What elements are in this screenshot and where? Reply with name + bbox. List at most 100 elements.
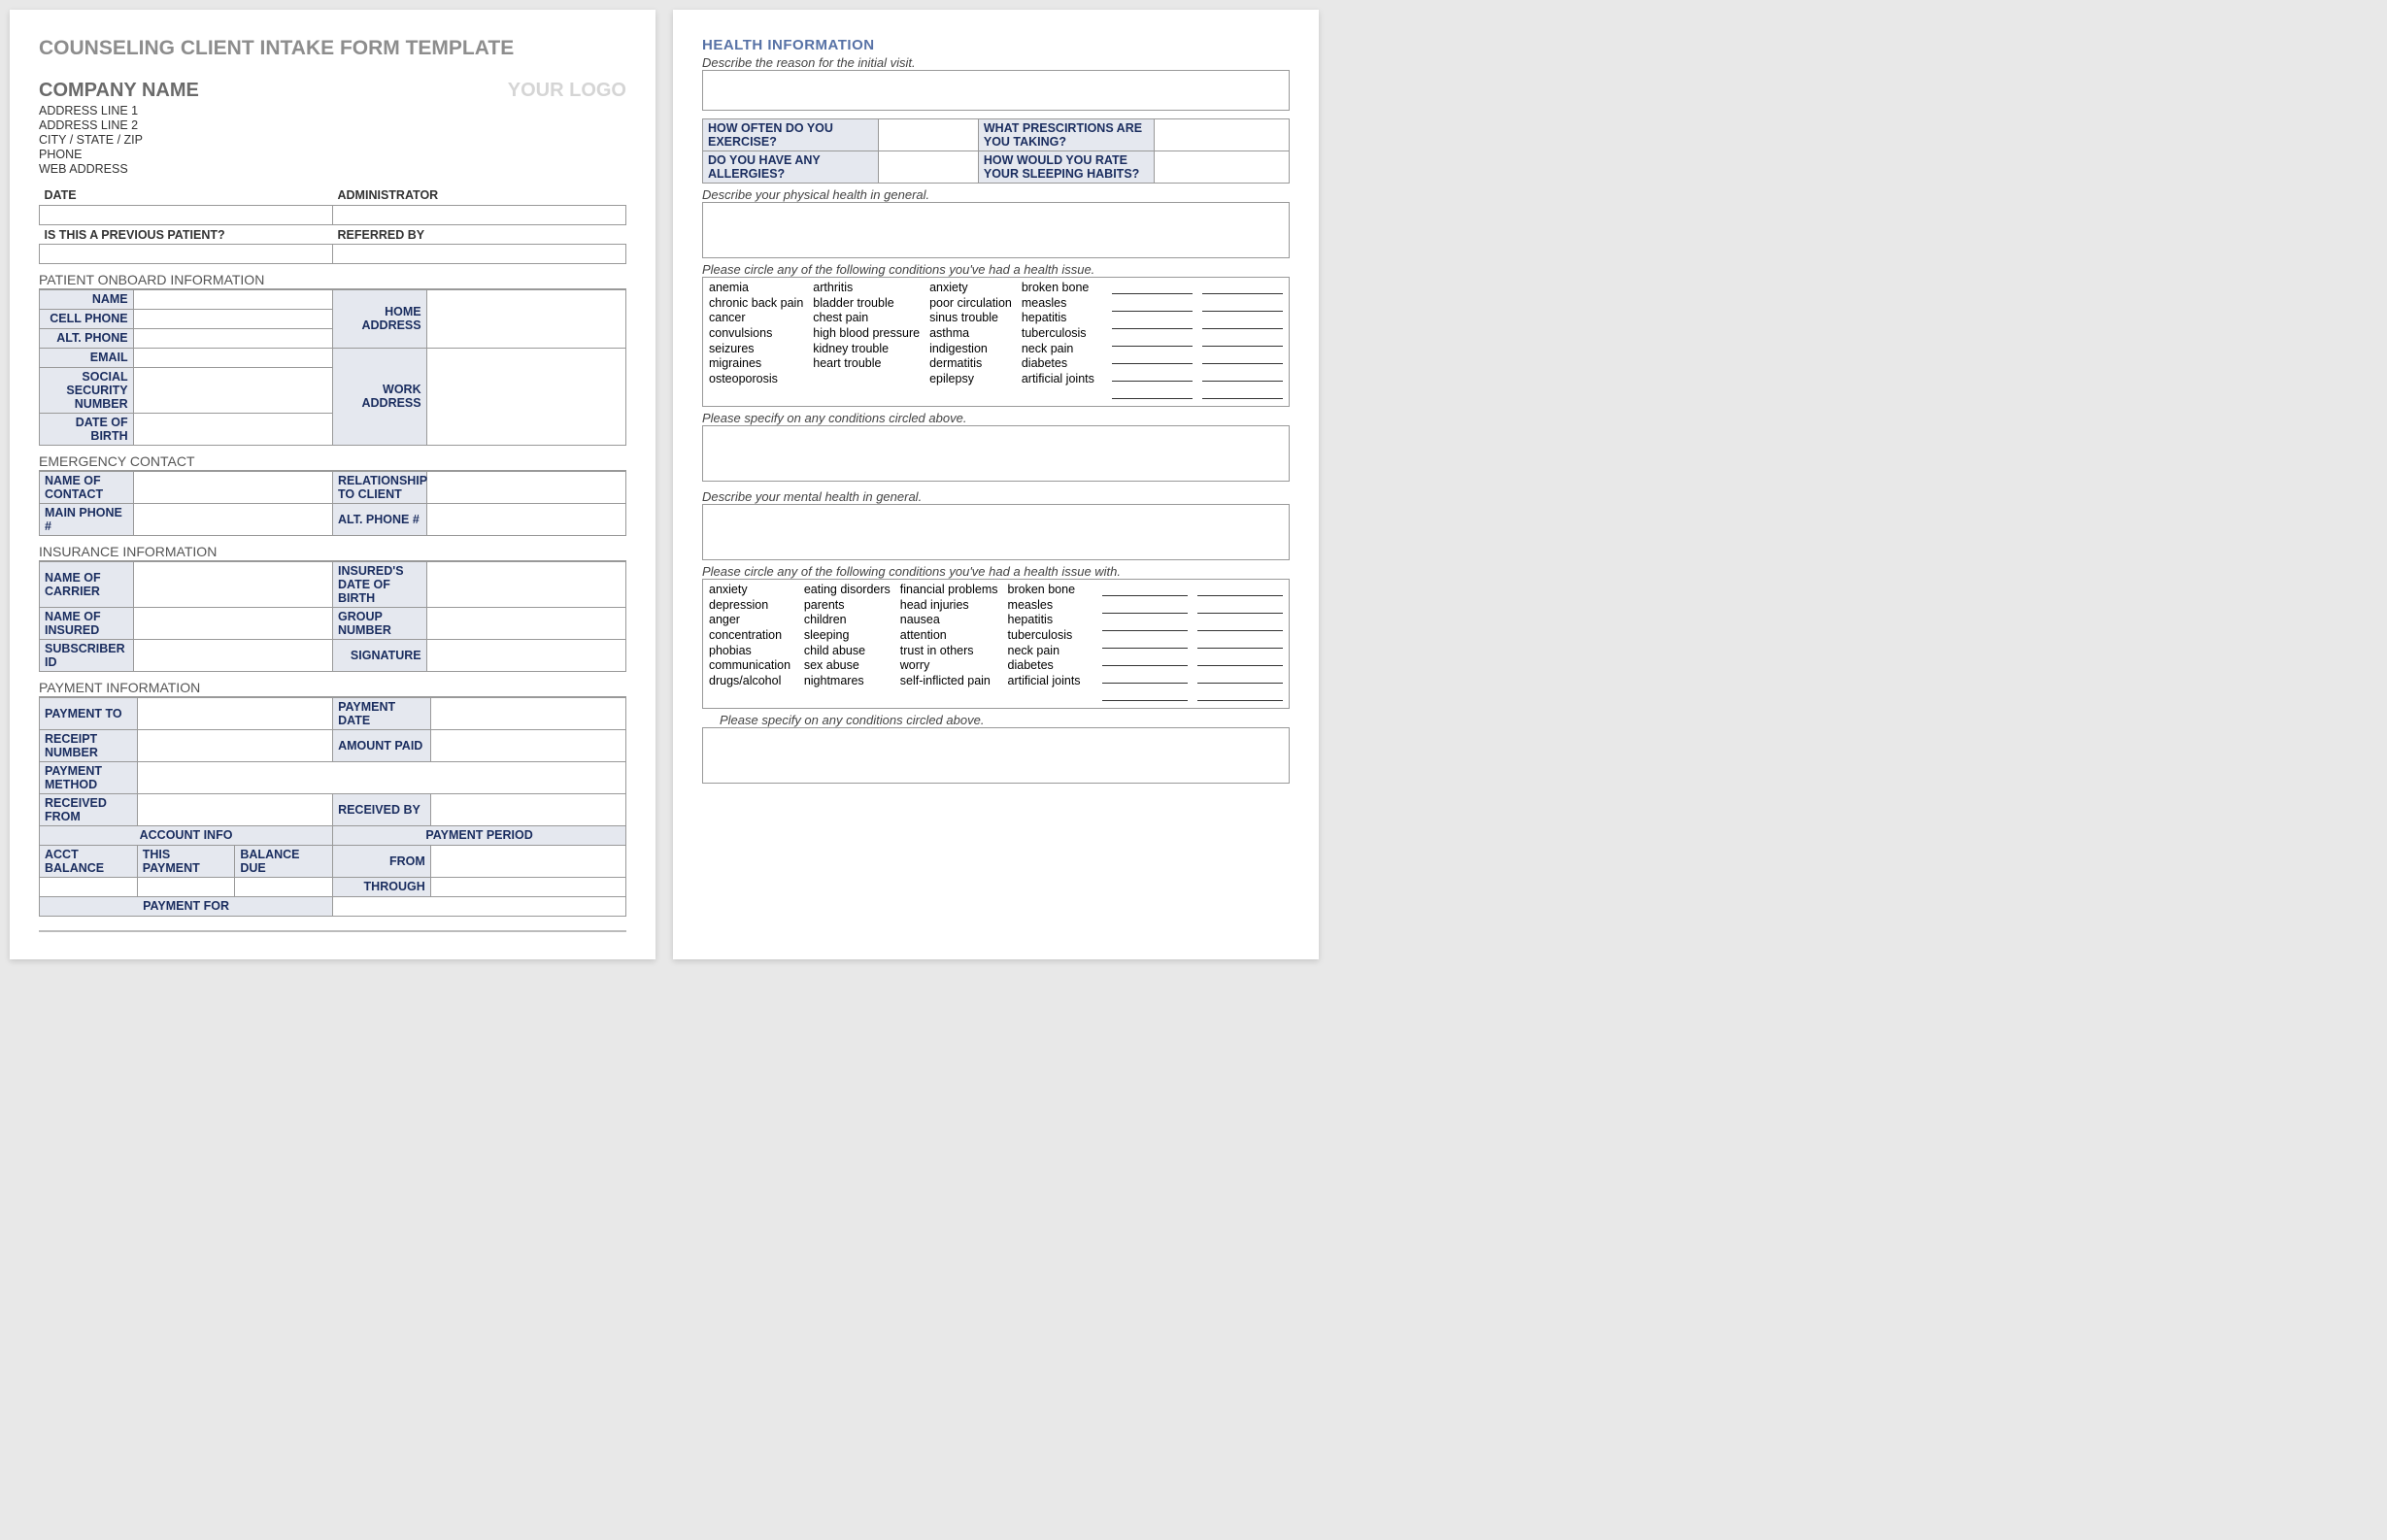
input-relationship[interactable] [426, 471, 625, 503]
input-alt-phone[interactable] [426, 503, 625, 535]
label-email: EMAIL [40, 348, 134, 367]
input-amount-paid[interactable] [430, 729, 625, 761]
health-questions-table: HOW OFTEN DO YOU EXERCISE? WHAT PRESCIRTI… [702, 118, 1290, 184]
input-work-addr[interactable] [426, 348, 625, 445]
label-ssn: SOCIAL SECURITY NUMBER [40, 367, 134, 413]
input-carrier[interactable] [133, 561, 332, 607]
phys-conditions-box: anemiachronic back paincancerconvulsions… [702, 277, 1290, 407]
input-phys-health[interactable] [702, 202, 1290, 258]
label-payment-for: PAYMENT FOR [40, 896, 333, 916]
input-this-payment[interactable] [137, 877, 235, 896]
input-sleep[interactable] [1155, 151, 1290, 184]
company-address-block: ADDRESS LINE 1 ADDRESS LINE 2 CITY / STA… [39, 104, 626, 176]
top-info-table: DATEADMINISTRATOR IS THIS A PREVIOUS PAT… [39, 185, 626, 264]
input-alt[interactable] [133, 328, 332, 348]
company-phone: PHONE [39, 148, 626, 161]
phys-cond-fill2[interactable] [1202, 281, 1283, 403]
input-sub-id[interactable] [133, 639, 332, 671]
input-specify-mental[interactable] [702, 727, 1290, 784]
prompt-circle-mental: Please circle any of the following condi… [702, 564, 1290, 579]
input-prev-patient[interactable] [40, 244, 333, 263]
input-through[interactable] [430, 877, 625, 896]
input-home-addr[interactable] [426, 289, 625, 348]
label-payment-to: PAYMENT TO [40, 697, 138, 729]
label-sub-id: SUBSCRIBER ID [40, 639, 134, 671]
phys-cond-fill1[interactable] [1112, 281, 1193, 403]
label-home-addr: HOME ADDRESS [332, 289, 426, 348]
label-dob: DATE OF BIRTH [40, 413, 134, 445]
label-sleep: HOW WOULD YOU RATE YOUR SLEEPING HABITS? [978, 151, 1154, 184]
company-name: COMPANY NAME [39, 80, 199, 102]
logo-placeholder: YOUR LOGO [508, 80, 626, 102]
input-initial-visit[interactable] [702, 70, 1290, 111]
input-dob[interactable] [133, 413, 332, 445]
doc-title: COUNSELING CLIENT INTAKE FORM TEMPLATE [39, 37, 626, 60]
input-insured[interactable] [133, 607, 332, 639]
input-insured-dob[interactable] [426, 561, 625, 607]
label-acct-balance: ACCT BALANCE [40, 845, 138, 877]
input-specify-phys[interactable] [702, 425, 1290, 482]
label-payment-period: PAYMENT PERIOD [333, 825, 626, 845]
company-addr2: ADDRESS LINE 2 [39, 118, 626, 132]
label-alt: ALT. PHONE [40, 328, 134, 348]
label-main-phone: MAIN PHONE # [40, 503, 134, 535]
ment-cond-col1: anxietydepressionangerconcentrationphobi… [709, 583, 794, 705]
page-1: COUNSELING CLIENT INTAKE FORM TEMPLATE C… [10, 10, 656, 959]
ment-cond-col3: financial problemshead injuriesnauseaatt… [900, 583, 998, 705]
input-email[interactable] [133, 348, 332, 367]
input-balance-due[interactable] [235, 877, 333, 896]
input-exercise[interactable] [879, 119, 979, 151]
input-acct-balance[interactable] [40, 877, 138, 896]
prompt-initial-visit: Describe the reason for the initial visi… [702, 55, 1290, 70]
input-cell[interactable] [133, 309, 332, 328]
label-through: THROUGH [333, 877, 431, 896]
input-payment-method[interactable] [137, 761, 625, 793]
section-payment: PAYMENT INFORMATION [39, 680, 626, 697]
input-date[interactable] [40, 205, 333, 224]
input-allergies[interactable] [879, 151, 979, 184]
ment-cond-fill1[interactable] [1102, 583, 1188, 705]
input-from[interactable] [430, 845, 625, 877]
input-receipt-num[interactable] [137, 729, 332, 761]
input-payment-to[interactable] [137, 697, 332, 729]
input-admin[interactable] [333, 205, 626, 224]
insurance-table: NAME OF CARRIERINSURED'S DATE OF BIRTH N… [39, 561, 626, 672]
label-name: NAME [40, 289, 134, 309]
label-admin: ADMINISTRATOR [333, 185, 626, 205]
label-group-num: GROUP NUMBER [332, 607, 426, 639]
input-main-phone[interactable] [133, 503, 332, 535]
label-exercise: HOW OFTEN DO YOU EXERCISE? [703, 119, 879, 151]
input-signature[interactable] [426, 639, 625, 671]
label-payment-method: PAYMENT METHOD [40, 761, 138, 793]
input-ssn[interactable] [133, 367, 332, 413]
phys-cond-col2: arthritisbladder troublechest painhigh b… [813, 281, 920, 403]
input-referred[interactable] [333, 244, 626, 263]
label-received-by: RECEIVED BY [333, 793, 431, 825]
phys-cond-col3: anxietypoor circulationsinus troubleasth… [929, 281, 1012, 403]
input-prescriptions[interactable] [1155, 119, 1290, 151]
input-received-from[interactable] [137, 793, 332, 825]
label-insured: NAME OF INSURED [40, 607, 134, 639]
label-prescriptions: WHAT PRESCIRTIONS ARE YOU TAKING? [978, 119, 1154, 151]
label-name-contact: NAME OF CONTACT [40, 471, 134, 503]
input-payment-date[interactable] [430, 697, 625, 729]
input-group-num[interactable] [426, 607, 625, 639]
input-name[interactable] [133, 289, 332, 309]
ment-cond-col4: broken bonemeasleshepatitistuberculosisn… [1008, 583, 1093, 705]
mental-conditions-box: anxietydepressionangerconcentrationphobi… [702, 579, 1290, 709]
emergency-table: NAME OF CONTACTRELATIONSHIP TO CLIENT MA… [39, 471, 626, 536]
section-health: HEALTH INFORMATION [702, 37, 1290, 53]
label-work-addr: WORK ADDRESS [332, 348, 426, 445]
input-received-by[interactable] [430, 793, 625, 825]
input-payment-for[interactable] [333, 896, 626, 916]
ment-cond-fill2[interactable] [1197, 583, 1283, 705]
input-mental-health[interactable] [702, 504, 1290, 560]
section-emergency: EMERGENCY CONTACT [39, 453, 626, 471]
prompt-specify-phys: Please specify on any conditions circled… [702, 411, 1290, 425]
label-cell: CELL PHONE [40, 309, 134, 328]
label-referred: REFERRED BY [333, 224, 626, 244]
input-name-contact[interactable] [133, 471, 332, 503]
prompt-phys-health: Describe your physical health in general… [702, 187, 1290, 202]
label-from: FROM [333, 845, 431, 877]
company-web: WEB ADDRESS [39, 162, 626, 176]
